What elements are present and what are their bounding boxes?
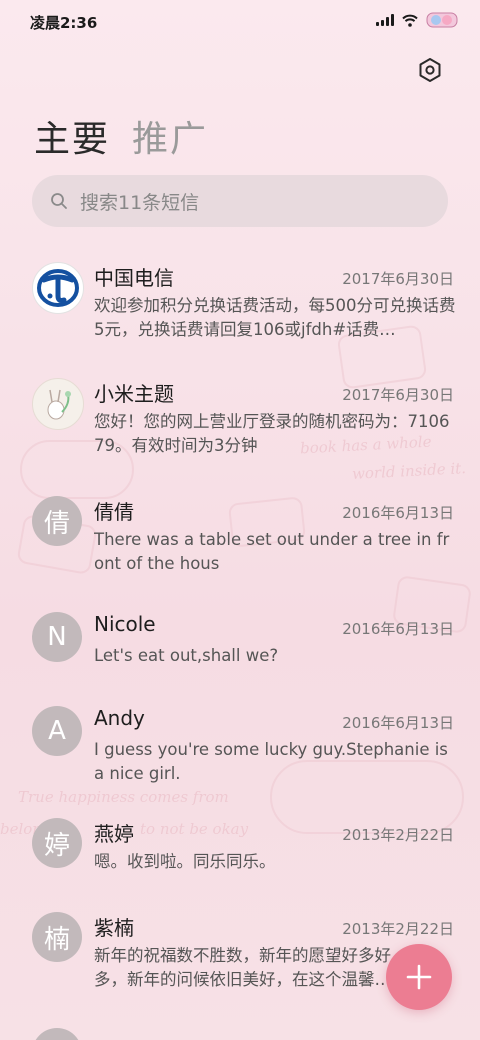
message-sender: 倩倩 — [94, 500, 134, 524]
china-telecom-logo-avatar — [32, 262, 84, 314]
message-item[interactable]: A Andy 2016年6月13日 I guess you're some lu… — [0, 696, 480, 802]
message-date: 2016年6月13日 — [342, 620, 454, 638]
message-date: 2016年6月13日 — [342, 714, 454, 732]
message-item-partial[interactable] — [0, 1014, 480, 1040]
message-date: 2017年6月30日 — [342, 270, 454, 288]
message-item[interactable]: 婷 燕婷 2013年2月22日 嗯。收到啦。同乐同乐。 — [0, 808, 480, 890]
search-input[interactable]: 搜索11条短信 — [32, 175, 448, 227]
message-sender: Nicole — [94, 612, 156, 636]
settings-icon[interactable] — [416, 56, 444, 84]
message-date: 2016年6月13日 — [342, 504, 454, 522]
xiaomi-theme-avatar — [32, 378, 84, 430]
tab-bar: 主要 推广 — [34, 110, 208, 162]
plus-icon — [406, 964, 432, 990]
message-preview: 新年的祝福数不胜数，新年的愿望好多好多，新年的问候依旧美好，在这个温馨的时刻 — [94, 946, 391, 989]
status-icons — [376, 11, 458, 29]
theme-badge-icon — [426, 11, 458, 29]
message-sender: 小米主题 — [94, 382, 174, 406]
tab-promotions[interactable]: 推广 — [132, 110, 208, 162]
status-time: 凌晨2:36 — [30, 14, 98, 32]
contact-avatar — [32, 1028, 82, 1040]
message-preview: 您好！您的网上营业厅登录的随机密码为：710679。有效时间为3分钟 — [94, 412, 450, 455]
message-preview: I guess you're some lucky guy.Stephanie … — [94, 740, 448, 783]
message-preview: 嗯。收到啦。同乐同乐。 — [94, 852, 276, 871]
tab-primary[interactable]: 主要 — [34, 110, 110, 162]
message-sender: Andy — [94, 706, 145, 730]
contact-avatar: A — [32, 706, 82, 756]
wifi-icon — [402, 14, 418, 27]
contact-avatar: 楠 — [32, 912, 82, 962]
message-item[interactable]: N Nicole 2016年6月13日 Let's eat out,shall … — [0, 602, 480, 684]
new-message-button[interactable] — [386, 944, 452, 1010]
search-icon — [50, 192, 68, 210]
status-bar: 凌晨2:36 — [0, 0, 480, 44]
message-sender: 紫楠 — [94, 916, 134, 940]
message-date: 2013年2月22日 — [342, 920, 454, 938]
search-placeholder: 搜索11条短信 — [80, 191, 200, 214]
message-preview: 欢迎参加积分兑换话费活动，每500分可兑换话费5元，兑换话费请回复106或jfd… — [94, 296, 456, 339]
message-item[interactable]: 小米主题 2017年6月30日 您好！您的网上营业厅登录的随机密码为：71067… — [0, 368, 480, 474]
message-preview: Let's eat out,shall we? — [94, 646, 279, 665]
message-date: 2017年6月30日 — [342, 386, 454, 404]
contact-avatar: 倩 — [32, 496, 82, 546]
contact-avatar: N — [32, 612, 82, 662]
message-date: 2013年2月22日 — [342, 826, 454, 844]
signal-icon — [376, 14, 394, 26]
message-item[interactable]: 倩 倩倩 2016年6月13日 There was a table set ou… — [0, 486, 480, 592]
message-sender: 中国电信 — [94, 266, 174, 290]
contact-avatar: 婷 — [32, 818, 82, 868]
message-preview: There was a table set out under a tree i… — [94, 530, 450, 573]
message-sender: 燕婷 — [94, 822, 134, 846]
message-item[interactable]: 中国电信 2017年6月30日 欢迎参加积分兑换话费活动，每500分可兑换话费5… — [0, 252, 480, 358]
